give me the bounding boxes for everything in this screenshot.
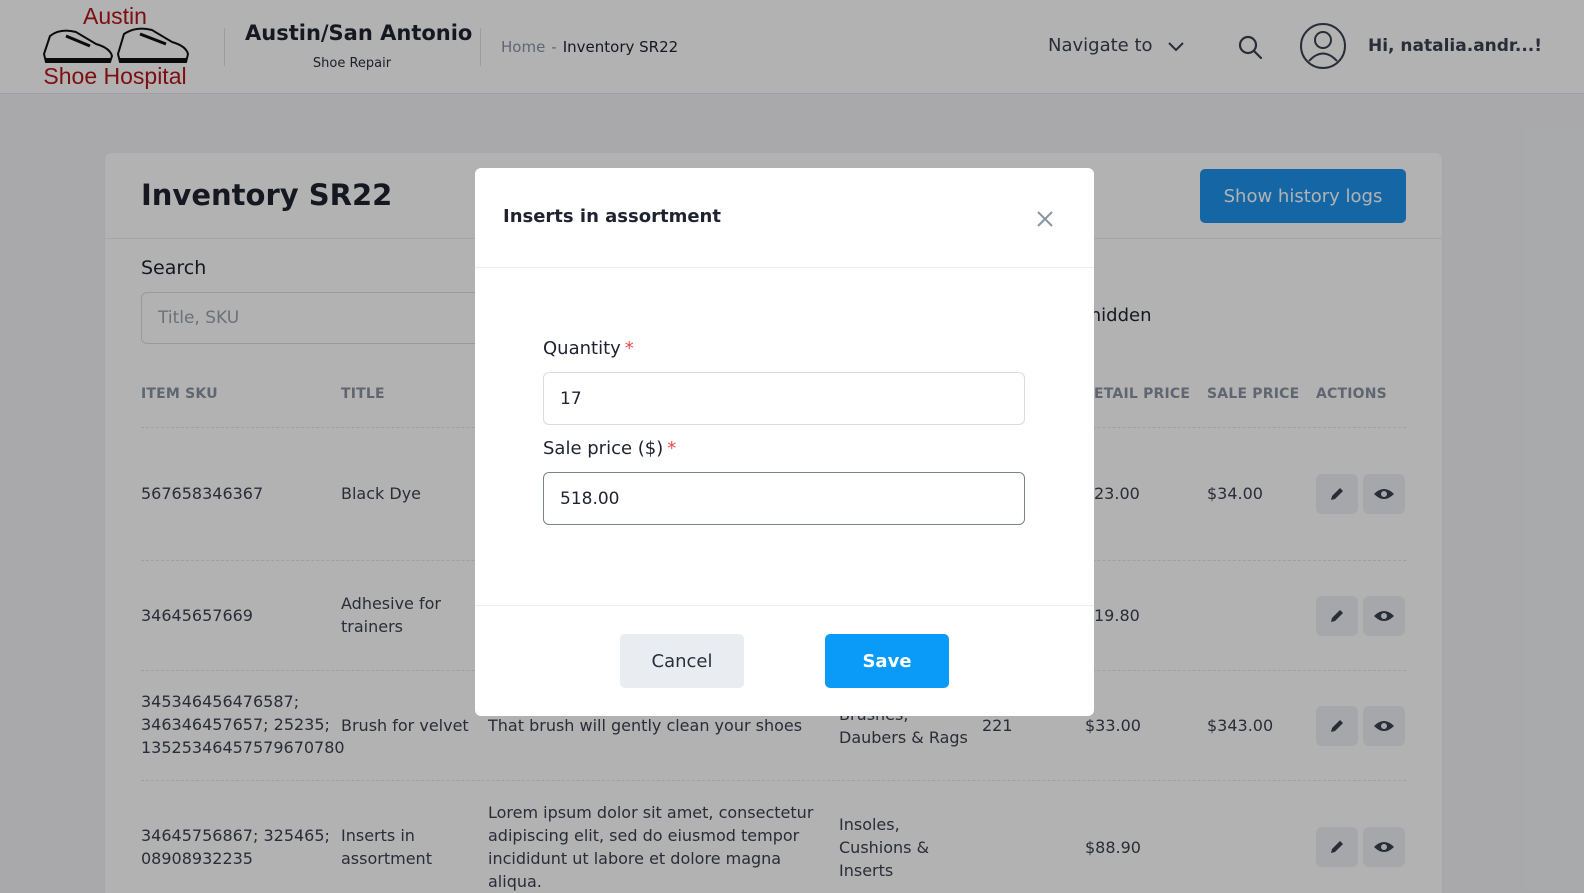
modal-header-divider [475, 267, 1094, 268]
required-mark: * [667, 438, 677, 459]
cancel-button[interactable]: Cancel [620, 634, 744, 688]
modal-title: Inserts in assortment [503, 206, 721, 227]
edit-item-modal: Inserts in assortment Quantity* Sale pri… [475, 168, 1094, 716]
quantity-field[interactable] [543, 372, 1025, 425]
modal-footer-divider [475, 605, 1094, 606]
save-button[interactable]: Save [825, 634, 949, 688]
sale-price-field[interactable] [543, 472, 1025, 525]
required-mark: * [624, 338, 634, 359]
sale-price-label: Sale price ($) * [543, 438, 677, 459]
close-icon [1037, 211, 1053, 227]
quantity-label: Quantity * [543, 338, 634, 359]
close-button[interactable] [1031, 205, 1059, 233]
